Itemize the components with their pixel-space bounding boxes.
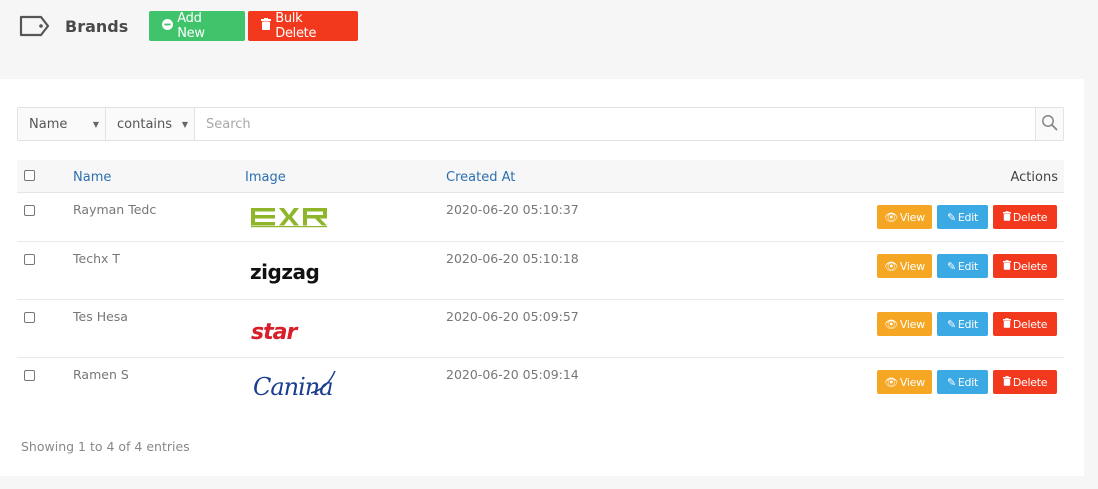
view-label: View — [899, 259, 925, 273]
row-actions: 👁 View ✎ Edit Delete — [877, 205, 1057, 229]
brands-table: Name Image Created At Actions Rayman Ted… — [17, 160, 1064, 418]
field-select[interactable]: Name ▼ — [18, 108, 106, 140]
view-button[interactable]: 👁 View — [877, 370, 932, 394]
operator-select[interactable]: contains ▼ — [106, 108, 195, 140]
edit-button[interactable]: ✎ Edit — [937, 312, 988, 336]
search-input[interactable] — [195, 108, 1035, 140]
svg-text:star: star — [251, 320, 298, 343]
edit-icon: ✎ — [946, 210, 956, 224]
column-header-image[interactable]: Image — [245, 170, 286, 185]
page-title: Brands — [65, 16, 129, 36]
filter-bar: Name ▼ contains ▼ — [17, 107, 1064, 141]
edit-label: Edit — [957, 259, 979, 273]
search-icon — [1041, 114, 1058, 134]
bulk-delete-button[interactable]: Bulk Delete — [248, 11, 359, 41]
zigzag-logo: zigzag — [249, 260, 337, 290]
edit-icon: ✎ — [946, 375, 956, 389]
row-checkbox[interactable] — [24, 370, 35, 381]
search-button[interactable] — [1035, 108, 1063, 140]
delete-button[interactable]: Delete — [993, 370, 1057, 394]
brand-name: Techx T — [73, 251, 121, 266]
trash-icon — [1002, 259, 1011, 273]
caret-down-icon: ▼ — [181, 119, 188, 129]
brand-name: Rayman Tedc — [73, 202, 157, 217]
created-at: 2020-06-20 05:10:18 — [446, 251, 579, 266]
field-select-value: Name — [29, 116, 68, 132]
view-button[interactable]: 👁 View — [877, 254, 932, 278]
row-actions: 👁 View ✎ Edit Delete — [877, 254, 1057, 278]
edit-button[interactable]: ✎ Edit — [937, 254, 988, 278]
bulk-delete-label: Bulk Delete — [275, 11, 317, 41]
eye-icon: 👁 — [884, 317, 898, 331]
trash-icon — [1002, 210, 1011, 224]
view-label: View — [899, 317, 925, 331]
select-all-checkbox[interactable] — [24, 170, 35, 181]
edit-icon: ✎ — [946, 317, 956, 331]
row-actions: 👁 View ✎ Edit Delete — [877, 370, 1057, 394]
created-at: 2020-06-20 05:10:37 — [446, 202, 579, 217]
eye-icon: 👁 — [884, 375, 898, 389]
created-at: 2020-06-20 05:09:14 — [446, 367, 579, 382]
brand-name: Ramen S — [73, 367, 129, 382]
table-header: Name Image Created At Actions — [17, 160, 1064, 193]
column-header-actions: Actions — [1010, 170, 1059, 185]
operator-select-value: contains — [117, 116, 173, 132]
add-new-label: Add New — [177, 11, 205, 41]
row-checkbox[interactable] — [24, 205, 35, 216]
row-checkbox[interactable] — [24, 254, 35, 265]
created-at: 2020-06-20 05:09:57 — [446, 309, 579, 324]
delete-label: Delete — [1012, 210, 1048, 224]
minus-circle-icon — [162, 18, 174, 34]
table-row: Tes Hesa star 2020-06-20 05:09:57 👁 View … — [17, 300, 1064, 358]
star-logo: star — [249, 319, 339, 346]
delete-button[interactable]: Delete — [993, 254, 1057, 278]
edit-button[interactable]: ✎ Edit — [937, 370, 988, 394]
edit-button[interactable]: ✎ Edit — [937, 205, 988, 229]
edit-icon: ✎ — [946, 259, 956, 273]
view-button[interactable]: 👁 View — [877, 312, 932, 336]
edit-label: Edit — [957, 375, 979, 389]
delete-button[interactable]: Delete — [993, 205, 1057, 229]
trash-icon — [1002, 317, 1011, 331]
view-button[interactable]: 👁 View — [877, 205, 932, 229]
page-header: Brands Add New Bulk Delete — [18, 10, 359, 42]
tag-icon — [18, 13, 52, 39]
table-row: Techx T zigzag 2020-06-20 05:10:18 👁 View… — [17, 242, 1064, 300]
table-row: Rayman Tedc 2020-06-20 05:10:37 👁 View ✎… — [17, 193, 1064, 242]
row-checkbox[interactable] — [24, 312, 35, 323]
edit-label: Edit — [957, 210, 979, 224]
delete-label: Delete — [1012, 317, 1048, 331]
trash-icon — [1002, 375, 1011, 389]
entries-summary: Showing 1 to 4 of 4 entries — [21, 439, 190, 454]
svg-text:Canina: Canina — [253, 373, 333, 401]
delete-button[interactable]: Delete — [993, 312, 1057, 336]
view-label: View — [899, 210, 925, 224]
svg-text:zigzag: zigzag — [250, 261, 319, 284]
canina-logo: Canina — [249, 367, 341, 406]
brand-name: Tes Hesa — [73, 309, 128, 324]
brands-card: Name ▼ contains ▼ Name Image Created At … — [0, 79, 1084, 476]
delete-label: Delete — [1012, 259, 1048, 273]
view-label: View — [899, 375, 925, 389]
exr-logo — [249, 206, 331, 231]
delete-label: Delete — [1012, 375, 1048, 389]
add-new-button[interactable]: Add New — [149, 11, 246, 41]
eye-icon: 👁 — [884, 210, 898, 224]
trash-icon — [261, 18, 272, 34]
row-actions: 👁 View ✎ Edit Delete — [877, 312, 1057, 336]
table-row: Ramen S Canina 2020-06-20 05:09:14 👁 View… — [17, 358, 1064, 418]
column-header-created-at[interactable]: Created At — [446, 170, 515, 185]
edit-label: Edit — [957, 317, 979, 331]
column-header-name[interactable]: Name — [73, 170, 111, 185]
caret-down-icon: ▼ — [92, 119, 99, 129]
eye-icon: 👁 — [884, 259, 898, 273]
